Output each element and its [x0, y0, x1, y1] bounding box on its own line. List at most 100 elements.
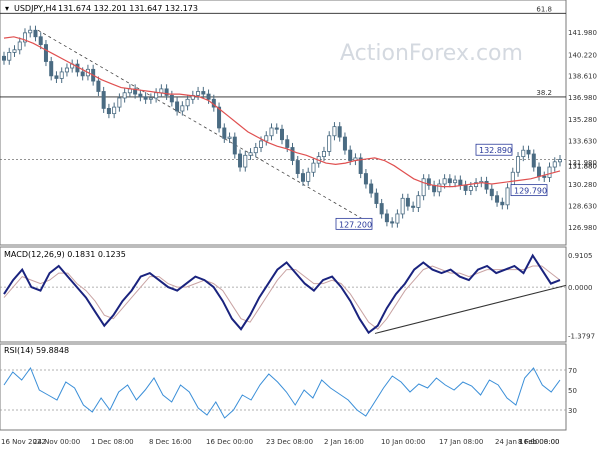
price-panel: [0, 0, 567, 246]
price-y-tick: 135.280: [568, 116, 597, 124]
price-candle: [49, 61, 54, 77]
price-candle: [390, 221, 395, 224]
price-candle: [458, 179, 463, 186]
macd-title: MACD(12,26,9) 0.1831 0.1235: [4, 250, 126, 259]
rsi-title: RSI(14) 59.8848: [4, 346, 69, 355]
x-axis-label: 8 Dec 16:00: [149, 438, 192, 446]
price-y-tick: 130.280: [568, 181, 597, 189]
price-candle: [243, 154, 248, 168]
price-candle: [206, 93, 211, 100]
symbol-label: USDJPY,H4: [14, 4, 57, 13]
collapse-triangle-icon[interactable]: ▾: [5, 4, 9, 13]
price-y-tick: 133.630: [568, 138, 597, 146]
price-candle: [64, 67, 69, 73]
price-candle: [264, 135, 269, 142]
fib-level-label: 61.8: [536, 5, 552, 13]
price-candle: [2, 55, 7, 61]
price-candle: [311, 162, 316, 173]
chart-window: ActionForex.com 61.8 38.2 132.890 129.790 1…: [0, 0, 600, 450]
price-candle: [43, 44, 48, 62]
x-axis-label: 24 Nov 00:00: [33, 438, 80, 446]
price-y-tick: 128.630: [568, 203, 597, 211]
price-candle: [101, 91, 106, 109]
price-candle: [531, 153, 536, 168]
price-candle: [117, 97, 122, 108]
macd-y-tick: 0.9105: [568, 252, 593, 260]
price-candle: [222, 127, 227, 139]
price-y-tick: 136.980: [568, 94, 597, 102]
price-candle: [232, 136, 237, 155]
price-candle: [495, 195, 500, 203]
price-candle: [327, 135, 332, 152]
last-price-label: 131.880: [568, 163, 597, 171]
price-candle: [285, 139, 290, 148]
price-candle: [96, 80, 101, 92]
price-candle: [112, 106, 117, 115]
x-axis-label: 23 Dec 08:00: [266, 438, 313, 446]
price-candle: [405, 197, 410, 207]
price-candle: [295, 160, 300, 174]
price-candle: [547, 166, 552, 178]
x-axis-label: 2 Jan 16:00: [324, 438, 364, 446]
price-candle: [321, 151, 326, 158]
price-candle: [489, 188, 494, 197]
price-y-tick: 141.980: [568, 29, 597, 37]
macd-y-tick: -1.3797: [568, 333, 595, 341]
price-annotation-label: 127.200: [339, 220, 372, 229]
rsi-y-tick: 50: [568, 387, 577, 395]
price-candle: [400, 197, 405, 215]
price-candle: [122, 92, 127, 99]
price-candle: [201, 91, 206, 95]
price-candle: [300, 173, 305, 182]
watermark: ActionForex.com: [340, 41, 523, 66]
price-candle: [484, 180, 489, 190]
macd-panel: [0, 246, 567, 343]
price-candle: [106, 108, 111, 115]
price-candle: [269, 127, 274, 137]
price-candle: [521, 149, 526, 158]
price-candle: [552, 161, 557, 168]
price-candle: [227, 136, 232, 139]
price-candle: [374, 192, 379, 204]
price-candle: [463, 184, 468, 191]
price-candle: [154, 92, 159, 99]
price-candle: [248, 152, 253, 156]
price-candle: [148, 97, 153, 100]
price-candle: [28, 29, 33, 34]
rsi-y-tick: 70: [568, 367, 577, 375]
price-candle: [143, 96, 148, 100]
price-annotation-label: 129.790: [514, 187, 547, 196]
price-candle: [363, 173, 368, 185]
price-y-tick: 126.980: [568, 224, 597, 232]
price-candle: [17, 41, 22, 51]
macd-y-tick: 0.0000: [568, 284, 593, 292]
price-candle: [7, 51, 12, 61]
price-candle: [453, 179, 458, 184]
price-candle: [290, 147, 295, 161]
rsi-panel: [0, 343, 567, 431]
x-axis-label: 17 Jan 08:00: [439, 438, 483, 446]
price-candle: [185, 98, 190, 107]
price-candle: [437, 183, 442, 193]
chart-canvas: ActionForex.com 61.8 38.2 132.890 129.790 1…: [0, 0, 597, 446]
price-candle: [274, 127, 279, 130]
price-candle: [537, 166, 542, 177]
rsi-y-tick: 30: [568, 407, 577, 415]
ohlc-label: 131.674 132.201 131.647 132.173: [58, 4, 198, 13]
price-candle: [238, 153, 243, 168]
price-candle: [442, 178, 447, 185]
x-axis-label: 16 Dec 00:00: [206, 438, 253, 446]
price-y-tick: 140.220: [568, 52, 597, 60]
price-candle: [421, 178, 426, 197]
x-axis-label: 8 Feb 08:00: [518, 438, 559, 446]
price-candle: [196, 91, 201, 96]
x-axis-label: 10 Jan 00:00: [381, 438, 425, 446]
price-candle: [369, 183, 374, 194]
price-candle: [558, 159, 563, 163]
price-candle: [447, 178, 452, 184]
price-candle: [306, 171, 311, 182]
price-candle: [169, 94, 174, 103]
price-candle: [59, 71, 64, 79]
price-candle: [332, 126, 337, 137]
price-y-tick: 138.610: [568, 73, 597, 81]
